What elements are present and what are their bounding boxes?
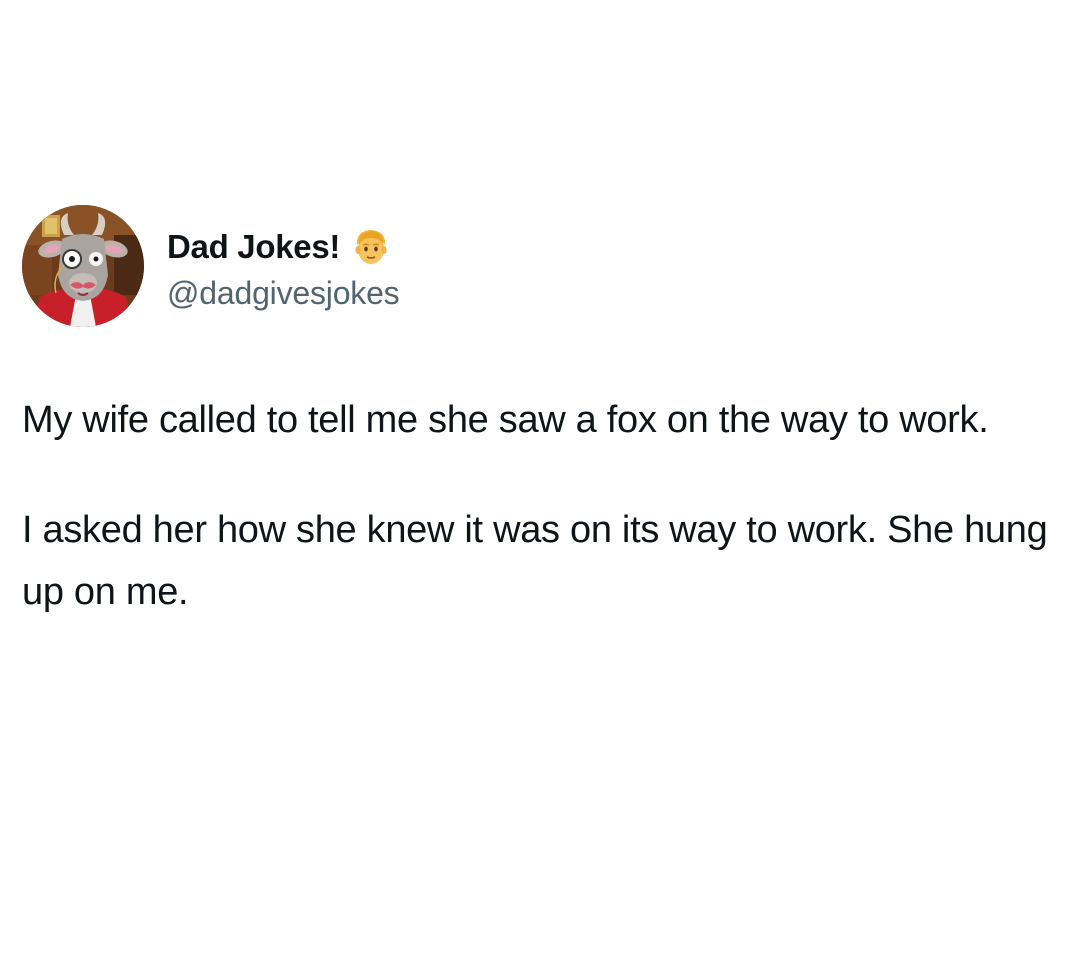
tweet-card: Dad Jokes! @dadgivesjokes My wife called…: [22, 203, 1052, 623]
display-name-row: Dad Jokes!: [167, 221, 399, 273]
tweet-text: My wife called to tell me she saw a fox …: [22, 389, 1062, 623]
tweet-header: Dad Jokes! @dadgivesjokes: [22, 203, 1052, 329]
man-emoji-icon: [350, 226, 392, 268]
display-name[interactable]: Dad Jokes!: [167, 228, 340, 266]
avatar[interactable]: [22, 205, 144, 327]
tweet-paragraph: I asked her how she knew it was on its w…: [22, 509, 1048, 613]
author-names: Dad Jokes! @dadgivesjokes: [167, 221, 400, 312]
goat-avatar-icon: [22, 205, 144, 327]
username-handle[interactable]: @dadgivesjokes: [167, 275, 400, 312]
tweet-paragraph: My wife called to tell me she saw a fox …: [22, 399, 989, 441]
